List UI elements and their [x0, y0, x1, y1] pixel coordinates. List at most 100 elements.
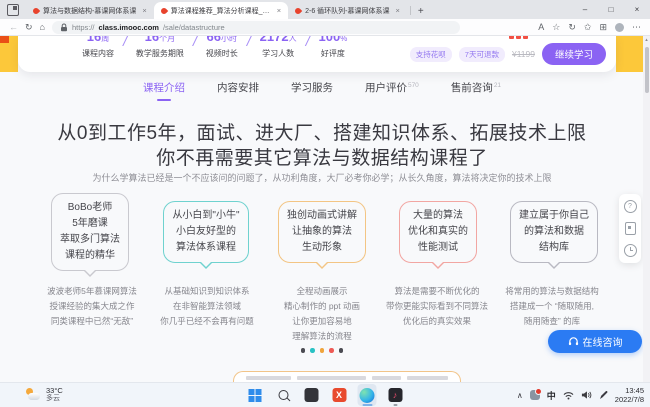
back-icon[interactable]: ←: [9, 22, 18, 32]
consult-label: 在线咨询: [582, 338, 623, 349]
hero-title-line2: 你不再需要其它算法与数据结构课程了: [156, 148, 488, 169]
carousel-dot[interactable]: [300, 348, 306, 353]
url-scheme: https://: [71, 22, 95, 32]
headset-icon: [568, 337, 578, 346]
minimize-button[interactable]: –: [572, 0, 598, 19]
taskbar-center-icons: X ♪: [246, 383, 405, 407]
blurred-text-bar: [296, 376, 367, 380]
stat-separator: /: [123, 36, 127, 49]
collections-icon[interactable]: ⊞: [599, 22, 607, 32]
tab-search-icon[interactable]: [7, 4, 19, 16]
wifi-icon[interactable]: [563, 391, 574, 400]
add-favorite-icon[interactable]: ☆: [552, 22, 560, 32]
review-count: 570: [407, 81, 419, 89]
scrollbar-up-arrow[interactable]: ▴: [643, 36, 650, 45]
qrcode-icon[interactable]: [624, 222, 636, 235]
old-price: ¥1199: [511, 49, 535, 59]
tab-presale-consult[interactable]: 售前咨询21: [451, 80, 501, 101]
favorites-icon[interactable]: ✩: [584, 22, 592, 32]
carousel-dot[interactable]: [329, 348, 334, 353]
refresh-icon[interactable]: ↻: [25, 22, 33, 32]
weather-widget[interactable]: 33°C 多云: [26, 386, 63, 403]
music-app-button[interactable]: ♪: [386, 384, 405, 406]
hidden-icons-chevron[interactable]: ∧: [517, 391, 523, 400]
blurred-text-bar: [407, 376, 448, 380]
carousel-dot[interactable]: [338, 348, 344, 353]
stat-service-period: 16个月 教学服务期限: [135, 36, 184, 58]
dark-app-button[interactable]: [302, 384, 321, 406]
tab-close-icon[interactable]: ×: [140, 6, 146, 15]
tray-badge-icon[interactable]: [529, 388, 542, 400]
search-button[interactable]: [274, 384, 293, 406]
tab-separator: [409, 6, 411, 15]
reader-icon[interactable]: A: [538, 22, 544, 32]
tab-content-plan[interactable]: 内容安排: [217, 80, 259, 101]
address-bar[interactable]: https://class.imooc.com/sale/datastructu…: [51, 20, 460, 34]
ime-indicator[interactable]: 中: [547, 389, 556, 402]
stat-learners: 2172人 学习人数: [259, 36, 297, 58]
x-app-icon: X: [332, 388, 346, 402]
maximize-button[interactable]: □: [598, 0, 624, 19]
edge-icon: [359, 387, 375, 403]
x-app-button[interactable]: X: [330, 384, 349, 406]
carousel-dot[interactable]: [310, 348, 315, 353]
hero-subtitle: 为什么学算法已经是一个不应该问的问题了，从功利角度，大厂必考你必学；从长久角度，…: [92, 173, 552, 183]
music-app-icon: ♪: [388, 388, 402, 402]
carousel-dot[interactable]: [319, 348, 325, 353]
browser-tab-strip: 算法与数据结构-慕课网体系课 × 算法课程推荐_算法分析课程_数据 × 2-6 …: [0, 0, 650, 19]
continue-learning-button[interactable]: 继续学习: [541, 43, 606, 65]
toolbar-actions: A ☆ ↻ ✩ ⊞ ⋯: [538, 22, 641, 32]
course-nav-tabs: 课程介绍 内容安排 学习服务 用户评价570 售前咨询21: [0, 80, 644, 101]
feature-bubble-4: 大量的算法 优化和真实的 性能测试: [399, 201, 477, 269]
tab-learning-service[interactable]: 学习服务: [291, 80, 333, 101]
start-button[interactable]: [246, 384, 265, 406]
taskbar-clock[interactable]: 13:45 2022/7/8: [615, 386, 644, 405]
page-content: 16周 课程内容 / 16个月 教学服务期限 / 66小时 视频时长 / 217…: [0, 36, 650, 382]
tab-title: 2-6 循环队列-慕课网体系课: [305, 7, 390, 15]
stat-rating: 100% 好评度: [318, 36, 348, 58]
pen-icon[interactable]: [599, 390, 608, 400]
feature-desc-3: 全程动画展示 精心制作的 ppt 动画 让你更加容易地 理解算法的流程: [283, 286, 361, 341]
imooc-favicon: [31, 6, 41, 15]
dark-app-icon: [304, 388, 318, 402]
scrollbar-thumb[interactable]: [644, 47, 649, 93]
lock-icon: [60, 23, 67, 31]
feature-bubble-3: 独创动画式讲解 让抽象的算法 生动形象: [278, 201, 366, 269]
browser-toolbar: ← ↻ ⌂ https://class.imooc.com/sale/datas…: [0, 19, 650, 36]
home-icon[interactable]: ⌂: [40, 22, 45, 32]
window-controls: – □ ×: [572, 0, 650, 19]
url-path: /sale/datastructure: [162, 22, 225, 32]
browser-tab-1[interactable]: 算法与数据结构-慕课网体系课 ×: [26, 2, 154, 19]
tab-close-icon[interactable]: ×: [275, 6, 281, 15]
edge-browser-button[interactable]: [357, 384, 377, 406]
stat-separator: /: [305, 36, 310, 49]
sync-icon[interactable]: ↻: [568, 22, 576, 32]
profile-avatar[interactable]: [615, 22, 624, 32]
tab-user-reviews[interactable]: 用户评价570: [365, 80, 419, 101]
new-tab-button[interactable]: +: [418, 6, 424, 17]
help-icon[interactable]: ?: [623, 200, 637, 213]
online-consult-button[interactable]: 在线咨询: [548, 330, 642, 353]
next-section-partial: [233, 371, 461, 382]
feature-bubble-2: 从小白到"小牛" 小白友好型的 算法体系课程: [163, 201, 249, 269]
imooc-favicon: [159, 6, 168, 15]
brand-yellow-strip-right: [616, 36, 643, 72]
settings-menu-icon[interactable]: ⋯: [632, 22, 641, 32]
close-button[interactable]: ×: [624, 0, 650, 19]
weather-temp: 33°C: [46, 386, 63, 395]
course-stats-card: 16周 课程内容 / 16个月 教学服务期限 / 66小时 视频时长 / 217…: [18, 36, 616, 72]
speaker-icon[interactable]: [581, 390, 592, 400]
feature-descriptions-row: 波波老师5年慕课网算法 授课经验的集大成之作 同类课程中已然“无敌” 从基础知识…: [36, 284, 608, 344]
imooc-favicon: [293, 6, 303, 15]
tab-title: 算法与数据结构-慕课网体系课: [43, 7, 137, 15]
stat-separator: /: [246, 36, 251, 49]
page-scrollbar[interactable]: ▴: [643, 36, 650, 382]
browser-tab-3[interactable]: 2-6 循环队列-慕课网体系课 ×: [288, 2, 407, 19]
consult-count: 21: [493, 81, 502, 89]
browser-tab-2-active[interactable]: 算法课程推荐_算法分析课程_数据 ×: [153, 2, 289, 19]
tab-course-intro[interactable]: 课程介绍: [143, 80, 185, 101]
tab-close-icon[interactable]: ×: [394, 6, 400, 15]
windows-logo-icon: [248, 388, 262, 402]
windows-taskbar: 33°C 多云 X ♪ ∧ 中 13:45 2022/7/8: [0, 382, 650, 407]
history-clock-icon[interactable]: [623, 244, 637, 257]
